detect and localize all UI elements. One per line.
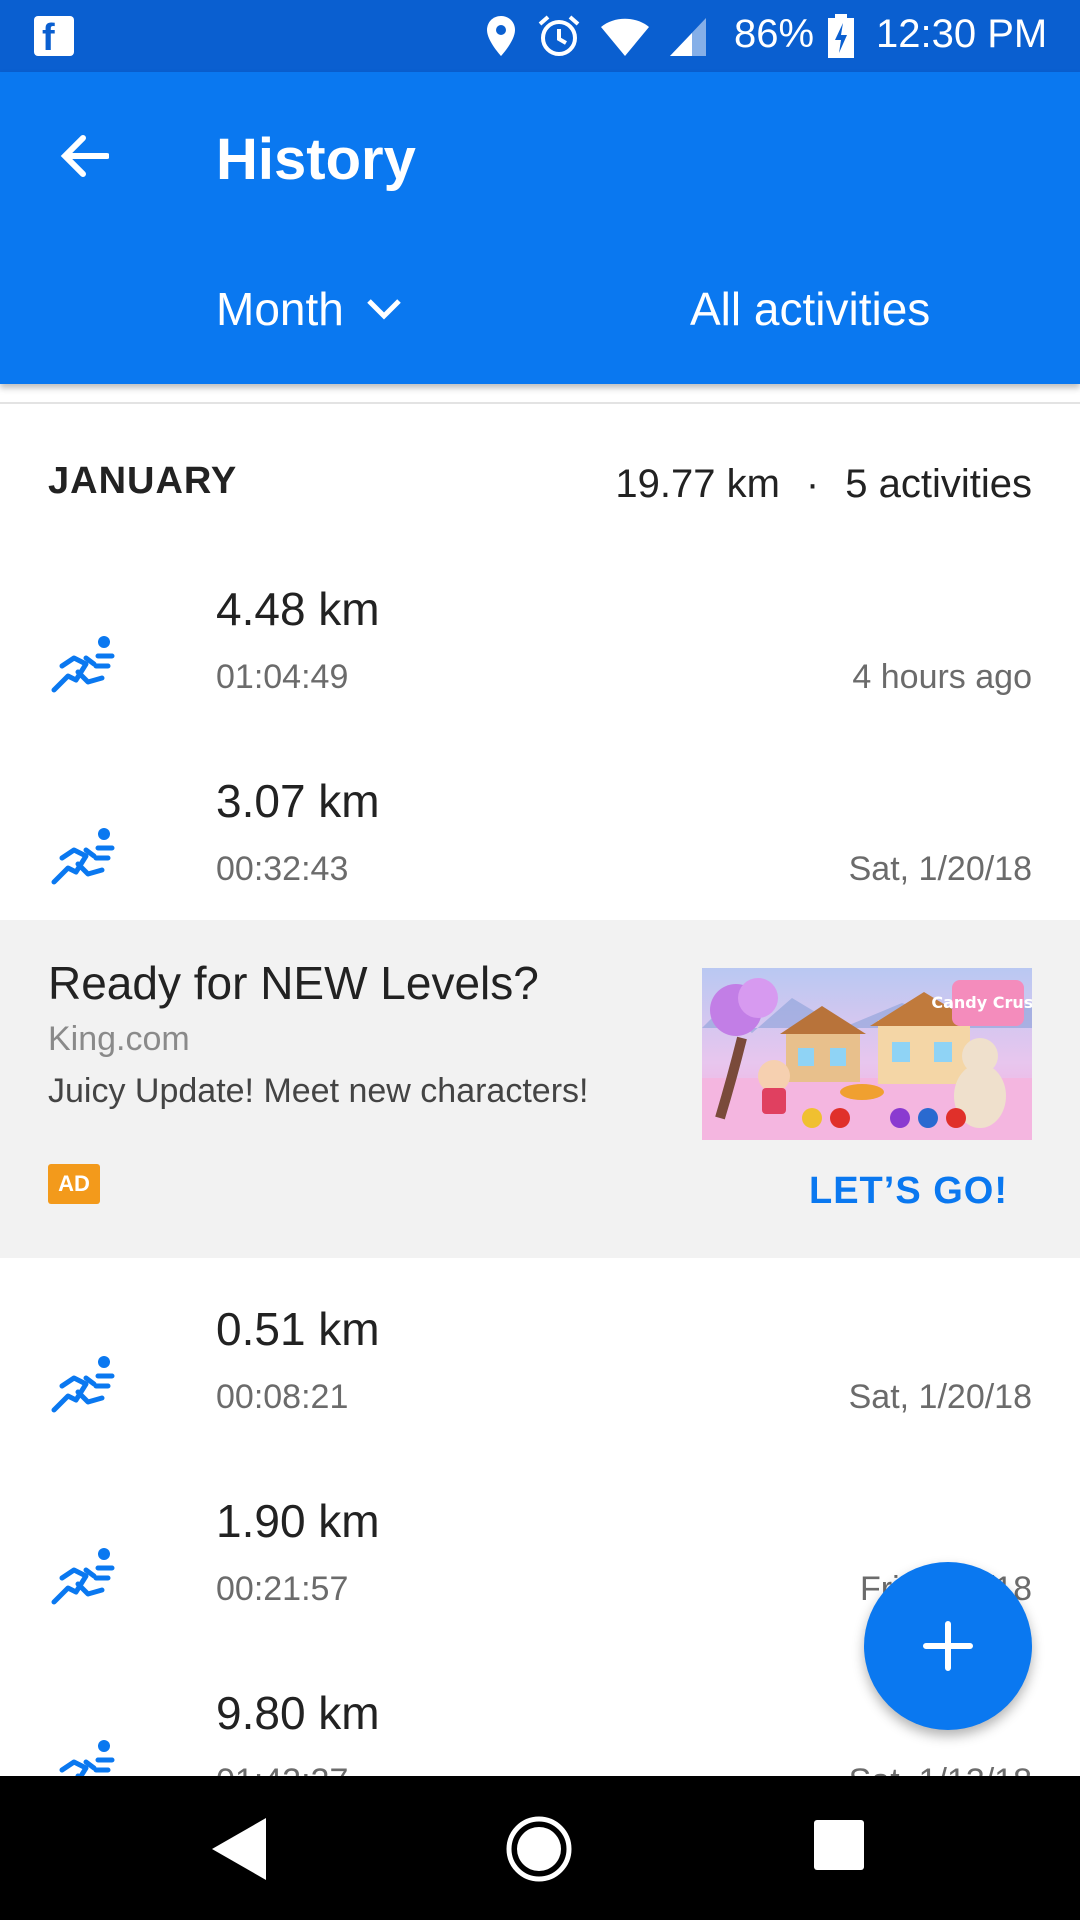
- separator-dot: ·: [805, 462, 820, 506]
- ad-image[interactable]: Candy Crush: [702, 968, 1032, 1140]
- nav-back-icon[interactable]: [206, 1814, 270, 1884]
- activity-row[interactable]: 4.48 km 01:04:49 4 hours ago: [0, 574, 1080, 764]
- nav-home-icon[interactable]: [504, 1814, 574, 1884]
- activity-date: Sat, 1/20/18: [848, 850, 1032, 888]
- signal-icon: [670, 18, 706, 56]
- activity-distance: 9.80 km: [216, 1687, 380, 1739]
- ad-cta-button[interactable]: LET’S GO!: [809, 1170, 1008, 1213]
- activity-duration: 00:21:57: [216, 1570, 349, 1608]
- activity-filter[interactable]: All activities: [690, 282, 930, 336]
- nav-recents-icon[interactable]: [814, 1820, 864, 1870]
- ad-banner[interactable]: Ready for NEW Levels? King.com Juicy Upd…: [0, 920, 1080, 1258]
- activity-distance: 4.48 km: [216, 583, 380, 635]
- activity-distance: 3.07 km: [216, 775, 380, 827]
- plus-icon: [923, 1621, 973, 1671]
- activity-date: 4 hours ago: [852, 658, 1032, 696]
- ad-badge: AD: [48, 1164, 100, 1204]
- ad-description: Juicy Update! Meet new characters!: [48, 1072, 589, 1110]
- activity-distance: 1.90 km: [216, 1495, 380, 1547]
- activity-duration: 00:32:43: [216, 850, 349, 888]
- period-filter-dropdown[interactable]: Month: [216, 282, 402, 336]
- month-distance: 19.77 km: [615, 462, 780, 506]
- activity-date: Sat, 1/20/18: [848, 1378, 1032, 1416]
- activity-duration: 01:42:27: [216, 1762, 348, 1776]
- add-activity-button[interactable]: [864, 1562, 1032, 1730]
- running-icon: [51, 636, 115, 693]
- wifi-icon: [601, 18, 649, 56]
- month-activity-count: 5 activities: [845, 462, 1032, 506]
- activity-distance: 0.51 km: [216, 1303, 380, 1355]
- activity-duration: 00:08:21: [216, 1378, 349, 1416]
- running-icon: [51, 1356, 115, 1413]
- back-button[interactable]: [44, 116, 124, 196]
- month-heading: JANUARY: [48, 460, 238, 502]
- battery-charging-icon: [828, 14, 854, 58]
- ad-image-logo: Candy Crush: [931, 993, 1032, 1012]
- page-title: History: [216, 127, 416, 192]
- running-icon: [51, 828, 115, 885]
- status-icons: [484, 10, 708, 62]
- facebook-icon: f: [34, 16, 74, 59]
- ad-title: Ready for NEW Levels?: [48, 957, 539, 1009]
- alarm-icon: [538, 15, 580, 56]
- app-bar: History Month All activities: [0, 72, 1080, 384]
- running-icon: [51, 1548, 115, 1605]
- activity-row[interactable]: 0.51 km 00:08:21 Sat, 1/20/18: [0, 1294, 1080, 1484]
- status-bar: f 86% 12:30 PM: [0, 0, 1080, 72]
- location-icon: [487, 16, 515, 56]
- period-filter-label: Month: [216, 283, 344, 335]
- clock: 12:30 PM: [876, 12, 1048, 56]
- ad-domain: King.com: [48, 1020, 190, 1058]
- chevron-down-icon: [367, 299, 401, 320]
- battery-percentage: 86%: [734, 12, 815, 56]
- divider: [0, 402, 1080, 404]
- month-summary: 19.77 km · 5 activities: [615, 462, 1032, 507]
- running-icon: [59, 1740, 115, 1776]
- activity-date: Sat, 1/13/18: [849, 1762, 1032, 1776]
- system-navigation-bar: [0, 1776, 1080, 1920]
- arrow-left-icon: [60, 135, 109, 177]
- activity-duration: 01:04:49: [216, 658, 349, 696]
